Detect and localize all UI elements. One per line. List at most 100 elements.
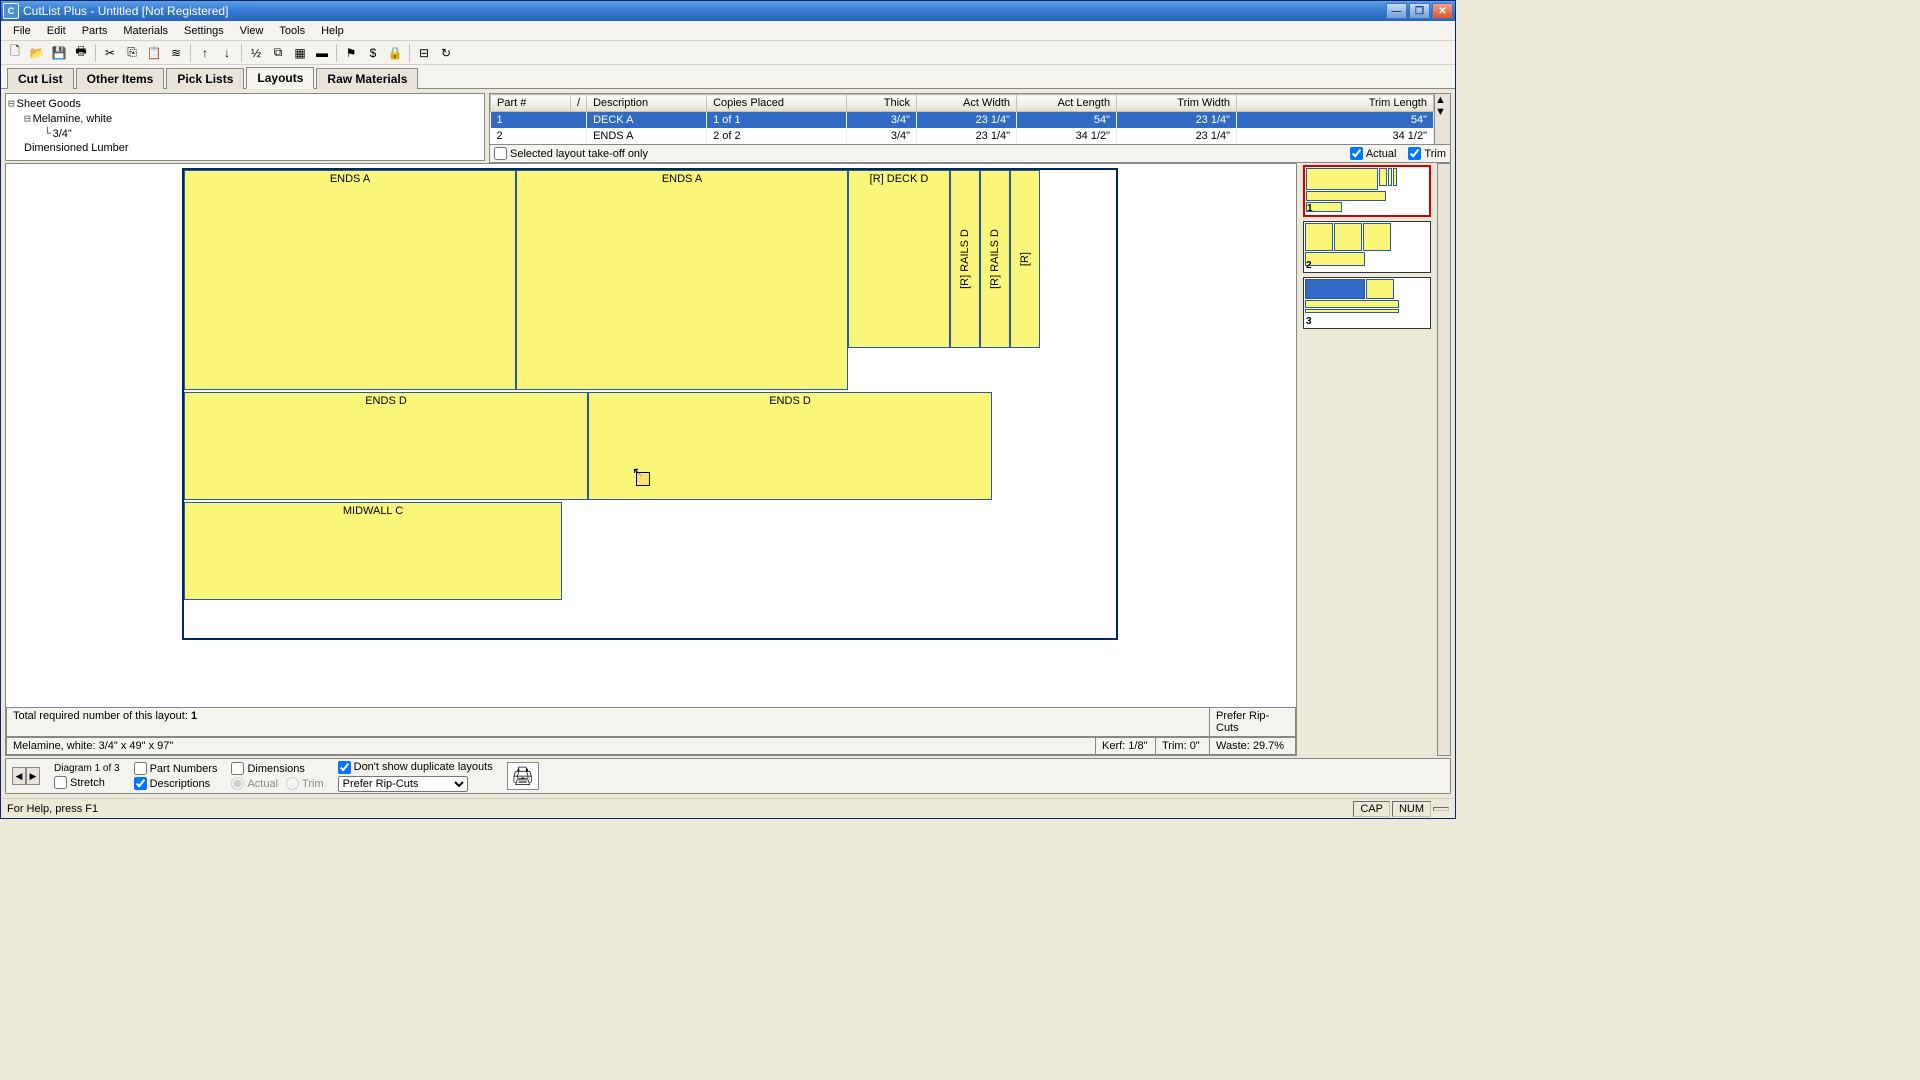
status-help: For Help, press F1 — [7, 803, 1351, 815]
numbers-icon[interactable]: ½ — [246, 43, 266, 63]
down-icon[interactable]: ↓ — [217, 43, 237, 63]
flag-icon[interactable]: ⚑ — [341, 43, 361, 63]
actual-checkbox[interactable]: Actual — [1350, 147, 1397, 160]
upper-panel: ⊟Sheet Goods ⊟Melamine, white └3/4" Dime… — [5, 93, 1451, 161]
refresh-icon[interactable]: ↻ — [436, 43, 456, 63]
columns-icon[interactable]: ⧉ — [268, 43, 288, 63]
tree-thickness[interactable]: └3/4" — [8, 126, 482, 141]
col-thick[interactable]: Thick — [847, 95, 917, 112]
tab-rawmaterials[interactable]: Raw Materials — [316, 68, 418, 89]
part-midwall-c[interactable]: MIDWALL C — [184, 502, 562, 600]
trim-radio[interactable]: Trim — [286, 777, 324, 790]
grid-icon[interactable]: ▦ — [290, 43, 310, 63]
layout-info: Total required number of this layout: 1 … — [6, 707, 1296, 755]
prev-diagram-button[interactable]: ◀ — [12, 767, 26, 785]
save-icon[interactable]: 💾 — [49, 43, 69, 63]
actual-radio[interactable]: Actual — [231, 777, 278, 790]
close-button[interactable]: ✕ — [1432, 3, 1453, 19]
menu-materials[interactable]: Materials — [115, 23, 176, 39]
col-partnum[interactable]: Part # — [491, 95, 571, 112]
part-ends-d-1[interactable]: ENDS D — [184, 392, 588, 500]
tab-otheritems[interactable]: Other Items — [76, 68, 165, 89]
part-deck-d[interactable]: [R] DECK D — [848, 170, 950, 348]
col-actlength[interactable]: Act Length — [1017, 95, 1117, 112]
part-ends-a-2[interactable]: ENDS A — [516, 170, 848, 390]
stretch-checkbox[interactable]: Stretch — [54, 776, 120, 789]
dollar-icon[interactable]: $ — [363, 43, 383, 63]
new-icon[interactable]: 🗋 — [5, 43, 25, 63]
toolbar: 🗋 📂 💾 🖶 ✂ ⎘ 📋 ≋ ↑ ↓ ½ ⧉ ▦ ▬ ⚑ $ 🔒 ⊟ ↻ — [1, 41, 1455, 65]
part-rails-d-1[interactable]: [R] RAILS D — [950, 170, 980, 348]
col-trimwidth[interactable]: Trim Width — [1117, 95, 1237, 112]
cut-icon[interactable]: ✂ — [100, 43, 120, 63]
brush-icon[interactable]: ≋ — [166, 43, 186, 63]
dimensions-checkbox[interactable]: Dimensions — [231, 762, 323, 775]
thumbnail-3[interactable]: 3 — [1303, 277, 1431, 329]
total-required: Total required number of this layout: 1 — [6, 708, 1210, 737]
descriptions-checkbox[interactable]: Descriptions — [134, 777, 218, 790]
content-area: ⊟Sheet Goods ⊟Melamine, white └3/4" Dime… — [1, 89, 1455, 798]
status-num: NUM — [1392, 801, 1431, 817]
menu-file[interactable]: File — [5, 23, 39, 39]
tree-melamine[interactable]: ⊟Melamine, white — [8, 111, 482, 126]
resize-grip-icon[interactable] — [1433, 807, 1449, 811]
menu-help[interactable]: Help — [313, 23, 352, 39]
thumbnail-1[interactable]: 1 — [1303, 165, 1431, 217]
col-copies[interactable]: Copies Placed — [707, 95, 847, 112]
part-rails-d-2[interactable]: [R] RAILS D — [980, 170, 1010, 348]
table-row[interactable]: 1 DECK A 1 of 1 3/4" 23 1/4" 54" 23 1/4"… — [491, 112, 1434, 129]
menu-settings[interactable]: Settings — [176, 23, 232, 39]
table-row[interactable]: 2 ENDS A 2 of 2 3/4" 23 1/4" 34 1/2" 23 … — [491, 128, 1434, 144]
print-button[interactable]: 🖨 — [507, 762, 539, 790]
tree-lumber[interactable]: Dimensioned Lumber — [8, 141, 482, 155]
tab-layouts[interactable]: Layouts — [246, 67, 314, 89]
separator — [409, 44, 410, 62]
material-size: Melamine, white: 3/4" x 49" x 97" — [6, 738, 1096, 755]
prefer-cuts-select[interactable]: Prefer Rip-Cuts — [338, 776, 468, 792]
sheet-outline: ENDS A ENDS A [R] DECK D [R] RAILS D [R]… — [182, 168, 1118, 640]
tab-cutlist[interactable]: Cut List — [7, 68, 74, 89]
tab-picklists[interactable]: Pick Lists — [166, 68, 244, 89]
col-desc[interactable]: Description — [587, 95, 707, 112]
app-icon: C — [3, 3, 19, 19]
maximize-button[interactable]: ❐ — [1409, 3, 1430, 19]
menu-parts[interactable]: Parts — [74, 23, 116, 39]
copy-icon[interactable]: ⎘ — [122, 43, 142, 63]
lock-icon[interactable]: 🔒 — [385, 43, 405, 63]
grid-scrollbar[interactable]: ▲▼ — [1435, 93, 1451, 145]
thumbnail-2[interactable]: 2 — [1303, 221, 1431, 273]
material-icon[interactable]: ▬ — [312, 43, 332, 63]
col-trimlength[interactable]: Trim Length — [1237, 95, 1434, 112]
diagram-counter: Diagram 1 of 3 — [54, 763, 120, 774]
part-rails-short[interactable]: [R] — [1010, 170, 1040, 348]
parts-grid[interactable]: Part # / Description Copies Placed Thick… — [489, 93, 1435, 145]
next-diagram-button[interactable]: ▶ — [26, 767, 40, 785]
print-icon[interactable]: 🖶 — [71, 43, 91, 63]
layout-scrollbar[interactable] — [1437, 163, 1451, 756]
menu-tools[interactable]: Tools — [271, 23, 313, 39]
menu-edit[interactable]: Edit — [39, 23, 74, 39]
tree-sheet-goods[interactable]: ⊟Sheet Goods — [8, 96, 482, 111]
menu-view[interactable]: View — [232, 23, 272, 39]
minimize-button[interactable]: — — [1386, 3, 1407, 19]
layout-canvas[interactable]: ENDS A ENDS A [R] DECK D [R] RAILS D [R]… — [5, 163, 1297, 756]
partnumbers-checkbox[interactable]: Part Numbers — [134, 762, 218, 775]
up-icon[interactable]: ↑ — [195, 43, 215, 63]
part-ends-d-2[interactable]: ENDS D — [588, 392, 992, 500]
parts-grid-wrap: Part # / Description Copies Placed Thick… — [489, 93, 1451, 161]
part-ends-a-1[interactable]: ENDS A — [184, 170, 516, 390]
material-tree[interactable]: ⊟Sheet Goods ⊟Melamine, white └3/4" Dime… — [5, 93, 485, 161]
takeoff-checkbox[interactable]: Selected layout take-off only — [494, 147, 648, 160]
paste-icon[interactable]: 📋 — [144, 43, 164, 63]
col-sort[interactable]: / — [571, 95, 587, 112]
titlebar: C CutList Plus - Untitled [Not Registere… — [1, 1, 1455, 21]
col-actwidth[interactable]: Act Width — [917, 95, 1017, 112]
trim-checkbox[interactable]: Trim — [1408, 147, 1446, 160]
tree-icon[interactable]: ⊟ — [414, 43, 434, 63]
open-icon[interactable]: 📂 — [27, 43, 47, 63]
tabbar: Cut List Other Items Pick Lists Layouts … — [1, 65, 1455, 89]
no-duplicates-checkbox[interactable]: Don't show duplicate layouts — [338, 761, 493, 774]
menubar: File Edit Parts Materials Settings View … — [1, 21, 1455, 41]
grid-options: Selected layout take-off only Actual Tri… — [489, 145, 1451, 163]
separator — [190, 44, 191, 62]
